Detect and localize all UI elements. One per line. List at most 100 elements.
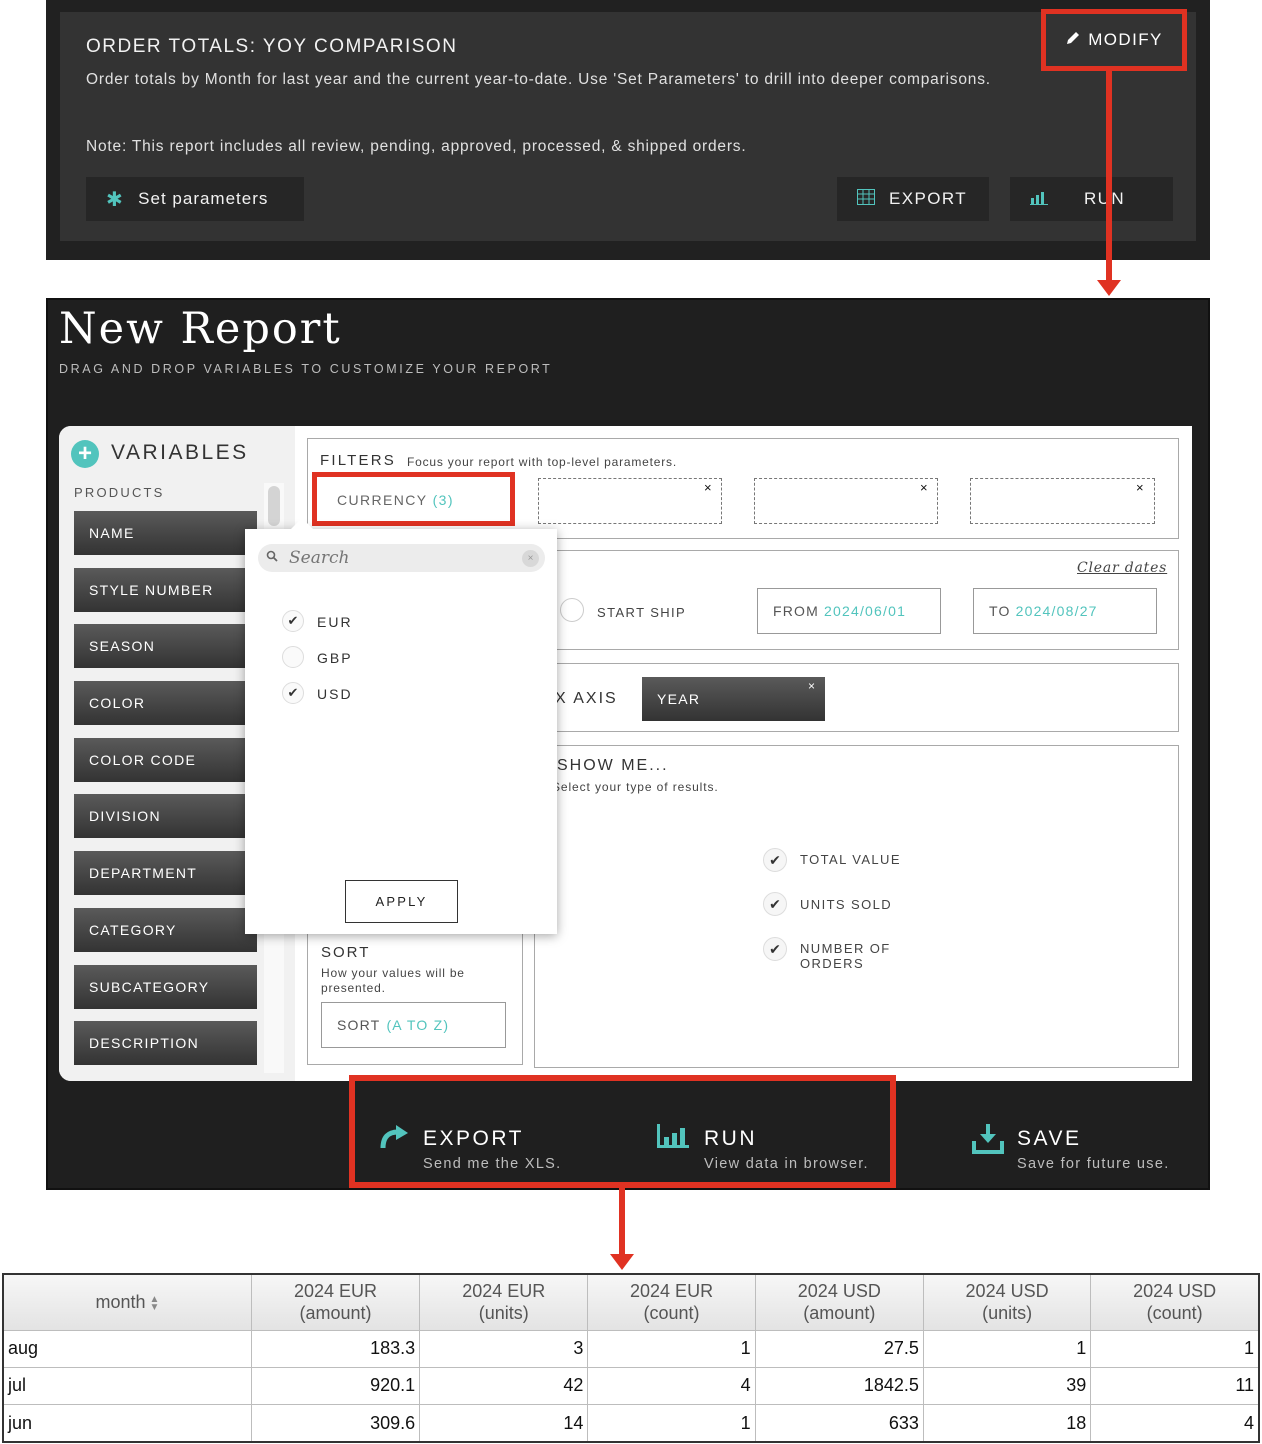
clear-dates-link[interactable]: Clear dates	[1077, 560, 1167, 576]
variable-label: CATEGORY	[89, 922, 177, 938]
currency-filter-label: CURRENCY (3)	[337, 492, 454, 508]
page-subtitle: DRAG AND DROP VARIABLES TO CUSTOMIZE YOU…	[59, 362, 553, 376]
run-button[interactable]: RUN	[1010, 177, 1173, 221]
variable-item[interactable]: COLOR	[74, 681, 257, 725]
column-header-month[interactable]: month ▲ ▼	[2, 1273, 252, 1331]
variables-scrollbar-thumb[interactable]	[268, 486, 280, 526]
filters-label: FILTERS	[320, 452, 396, 469]
x-axis-year-chip[interactable]: YEAR	[642, 677, 825, 721]
column-header[interactable]: 2024 USD (amount)	[754, 1273, 924, 1331]
column-header-sub: (units)	[478, 1303, 529, 1324]
year-chip-label: YEAR	[657, 691, 701, 707]
column-header-label: 2024 USD	[797, 1281, 881, 1302]
modify-label: MODIFY	[1088, 30, 1163, 49]
to-label: TO	[989, 603, 1011, 619]
variable-label: DEPARTMENT	[89, 865, 198, 881]
report-description: Order totals by Month for last year and …	[86, 71, 991, 88]
eur-checkbox[interactable]: ✔	[282, 610, 304, 632]
variable-item[interactable]: DESCRIPTION	[74, 1021, 257, 1065]
table-row: aug 183.3 3 1 27.5 1 1	[2, 1329, 1260, 1368]
sort-field-label: SORT	[337, 1017, 381, 1033]
units-sold-checkbox[interactable]: ✔	[763, 892, 787, 916]
save-action-subtitle: Save for future use.	[1017, 1156, 1170, 1172]
bar-chart-icon	[1030, 189, 1048, 210]
flow-arrow-head	[610, 1254, 634, 1270]
report-title: ORDER TOTALS: YOY COMPARISON	[86, 36, 458, 57]
variable-item[interactable]: DIVISION	[74, 794, 257, 838]
variable-item[interactable]: SUBCATEGORY	[74, 965, 257, 1009]
column-header[interactable]: 2024 USD (units)	[922, 1273, 1092, 1331]
set-parameters-button[interactable]: ✱ Set parameters	[86, 177, 304, 221]
export-action-title[interactable]: EXPORT	[423, 1127, 524, 1151]
from-label: FROM	[773, 603, 820, 619]
filter-drop-slot[interactable]	[538, 478, 722, 524]
remove-filter-icon[interactable]: ×	[1136, 480, 1144, 495]
variable-item[interactable]: SEASON	[74, 624, 257, 668]
apply-label: APPLY	[375, 894, 428, 909]
table-cell: 27.5	[754, 1329, 924, 1368]
column-header[interactable]: 2024 EUR (count)	[587, 1273, 756, 1331]
filter-drop-slot[interactable]	[970, 478, 1155, 524]
variable-label: COLOR	[89, 695, 146, 711]
column-header[interactable]: 2024 EUR (units)	[419, 1273, 589, 1331]
gbp-label: GBP	[317, 650, 353, 666]
run-action-title[interactable]: RUN	[704, 1127, 757, 1151]
checkmark-icon: ✔	[287, 685, 299, 700]
run-action-icon[interactable]	[657, 1124, 691, 1150]
sort-label: SORT	[321, 944, 371, 961]
table-cell: 1	[1090, 1329, 1260, 1368]
export-label: EXPORT	[889, 189, 967, 208]
modify-button[interactable]: MODIFY	[1041, 9, 1187, 71]
eur-label: EUR	[317, 614, 353, 630]
sort-select[interactable]: SORT (A TO Z)	[321, 1002, 506, 1048]
apply-button[interactable]: APPLY	[345, 880, 458, 923]
currency-dropdown	[245, 529, 557, 934]
clear-search-icon[interactable]: ×	[522, 550, 539, 567]
gbp-checkbox[interactable]	[282, 646, 304, 668]
add-variable-icon[interactable]: +	[71, 440, 99, 468]
variable-item[interactable]: NAME	[74, 511, 257, 555]
filter-drop-slot[interactable]	[754, 478, 938, 524]
column-header-label: 2024 EUR	[462, 1281, 546, 1302]
usd-checkbox[interactable]: ✔	[282, 682, 304, 704]
table-cell: 183.3	[250, 1329, 421, 1368]
table-cell: 1842.5	[754, 1366, 924, 1406]
to-date-field[interactable]: TO 2024/08/27	[973, 588, 1157, 634]
checkmark-icon: ✔	[287, 613, 299, 628]
number-of-orders-checkbox[interactable]: ✔	[763, 937, 787, 961]
pencil-icon	[1065, 30, 1081, 51]
from-date-field[interactable]: FROM 2024/06/01	[757, 588, 941, 634]
sort-field-value: (A TO Z)	[386, 1017, 450, 1033]
variable-item[interactable]: STYLE NUMBER	[74, 568, 257, 612]
flow-arrow-head	[1097, 280, 1121, 296]
sort-arrows-icon[interactable]: ▲ ▼	[150, 1294, 160, 1312]
show-me-description: Select your type of results.	[552, 780, 719, 794]
variable-item[interactable]: CATEGORY	[74, 908, 257, 952]
start-ship-radio[interactable]	[560, 598, 584, 622]
remove-x-axis-icon[interactable]: ×	[808, 679, 815, 693]
dropdown-caret	[291, 518, 313, 529]
export-button[interactable]: EXPORT	[837, 177, 989, 221]
table-cell: 18	[922, 1404, 1092, 1443]
column-header-label: 2024 EUR	[293, 1281, 378, 1302]
variable-item[interactable]: DEPARTMENT	[74, 851, 257, 895]
flow-arrow-line	[1106, 71, 1112, 284]
search-icon	[266, 550, 278, 565]
download-icon[interactable]	[972, 1124, 1006, 1156]
column-header[interactable]: 2024 EUR (amount)	[250, 1273, 421, 1331]
column-header[interactable]: 2024 USD (count)	[1090, 1273, 1260, 1331]
export-action-icon[interactable]	[378, 1124, 414, 1154]
table-header-row: month ▲ ▼ 2024 EUR (amount) 2024 EUR (units)…	[2, 1273, 1260, 1331]
currency-count: (3)	[432, 492, 454, 508]
variable-label: NAME	[89, 525, 135, 541]
remove-filter-icon[interactable]: ×	[920, 480, 928, 495]
total-value-checkbox[interactable]: ✔	[763, 848, 787, 872]
column-header-sub: (count)	[643, 1303, 700, 1324]
save-action-title[interactable]: SAVE	[1017, 1127, 1081, 1151]
table-row: jun 309.6 14 1 633 18 4	[2, 1404, 1260, 1443]
column-header-label: month	[95, 1292, 146, 1313]
search-input[interactable]	[289, 547, 509, 569]
remove-filter-icon[interactable]: ×	[704, 480, 712, 495]
variable-item[interactable]: COLOR CODE	[74, 738, 257, 782]
page-title: New Report	[59, 304, 342, 354]
